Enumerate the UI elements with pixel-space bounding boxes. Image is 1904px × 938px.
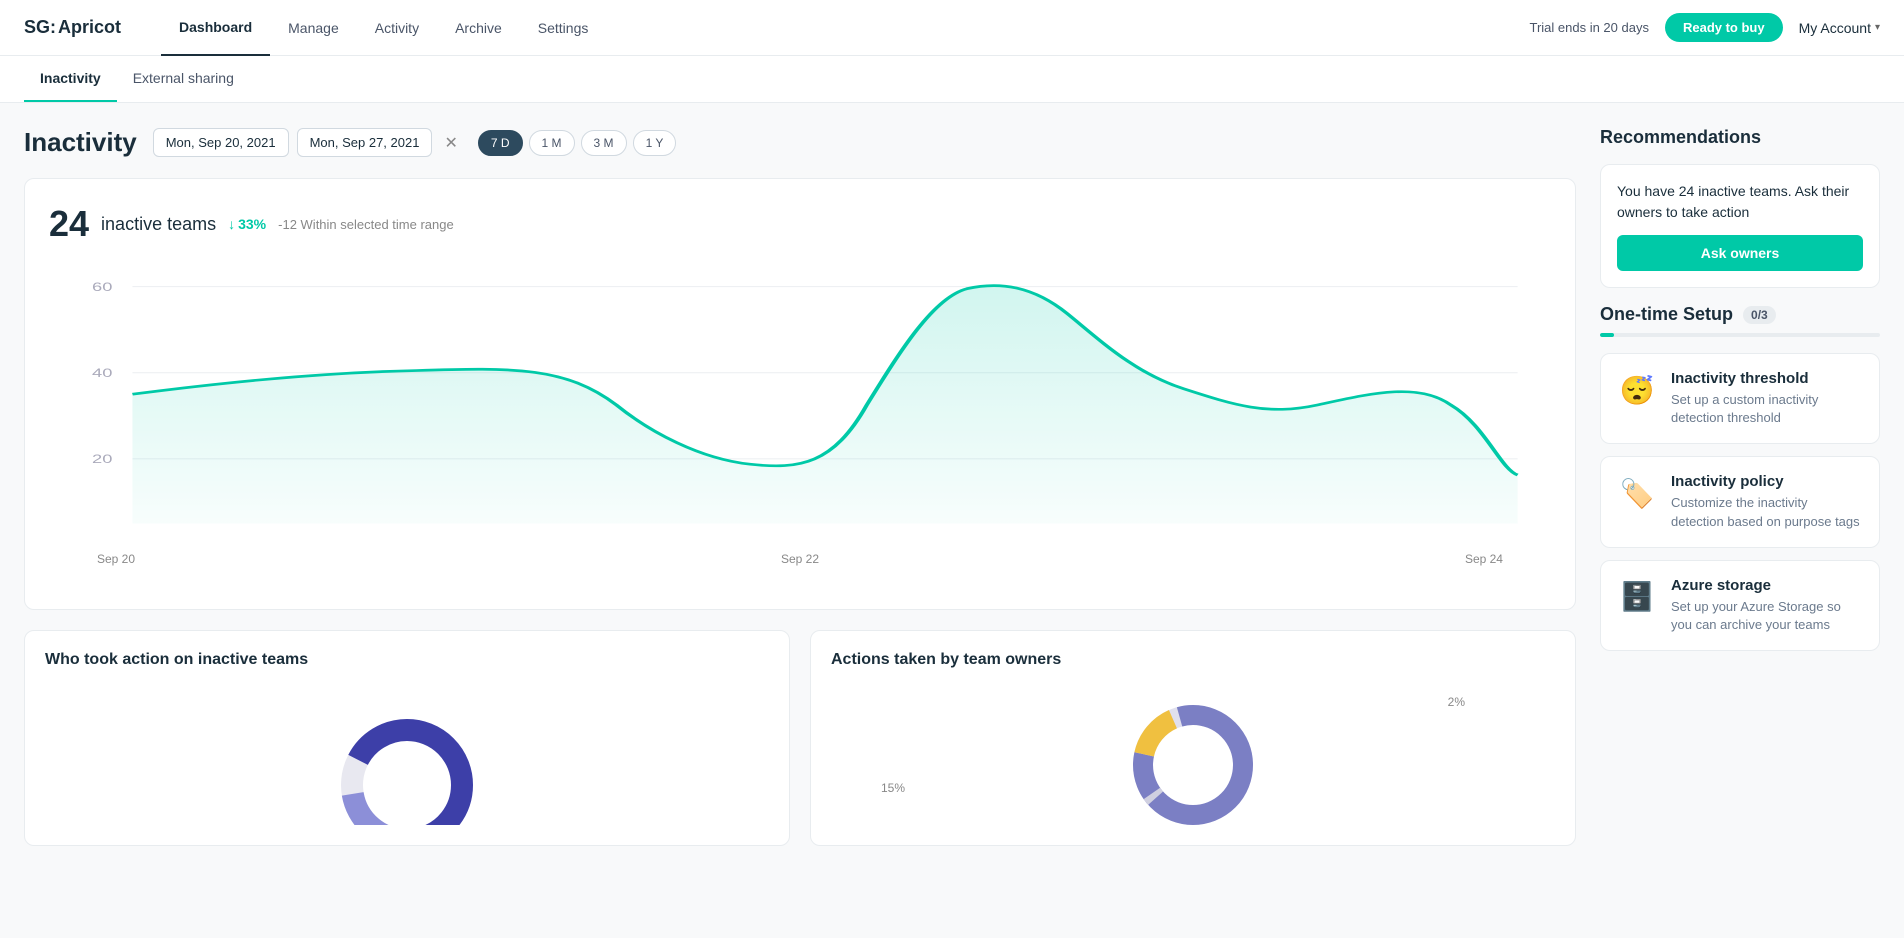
threshold-content: Inactivity threshold Set up a custom ina… (1671, 370, 1863, 427)
chart-x-labels: Sep 20 Sep 22 Sep 24 (49, 548, 1551, 566)
sub-nav: Inactivity External sharing (0, 56, 1904, 103)
svg-text:60: 60 (92, 281, 112, 294)
ask-owners-button[interactable]: Ask owners (1617, 235, 1863, 271)
svg-text:20: 20 (92, 453, 112, 466)
my-account-menu[interactable]: My Account ▾ (1799, 20, 1880, 36)
my-account-label: My Account (1799, 20, 1871, 36)
trend-badge: ↓ 33% (228, 216, 266, 232)
recommendations-title: Recommendations (1600, 127, 1880, 148)
one-time-setup-title: One-time Setup (1600, 304, 1733, 325)
threshold-title: Inactivity threshold (1671, 370, 1863, 387)
pct-15-label: 15% (881, 781, 905, 795)
policy-icon: 🏷️ (1617, 473, 1657, 513)
period-1y-button[interactable]: 1 Y (633, 130, 677, 156)
one-time-setup-badge: 0/3 (1743, 306, 1776, 324)
chevron-down-icon: ▾ (1875, 22, 1880, 33)
who-took-action-card: Who took action on inactive teams (24, 630, 790, 846)
threshold-desc: Set up a custom inactivity detection thr… (1671, 391, 1863, 427)
page-title: Inactivity (24, 127, 137, 158)
azure-icon: 🗄️ (1617, 577, 1657, 617)
chart-header: 24 inactive teams ↓ 33% -12 Within selec… (49, 203, 1551, 245)
logo-apricot: Apricot (58, 17, 121, 38)
x-label-sep22: Sep 22 (781, 552, 819, 566)
inactive-count: 24 (49, 203, 89, 245)
date-from-input[interactable]: Mon, Sep 20, 2021 (153, 128, 289, 157)
main-nav: Dashboard Manage Activity Archive Settin… (161, 0, 1529, 56)
tab-inactivity[interactable]: Inactivity (24, 56, 117, 102)
chart-svg: 60 40 20 (49, 265, 1551, 545)
main-layout: Inactivity Mon, Sep 20, 2021 Mon, Sep 27… (0, 103, 1904, 870)
period-7d-button[interactable]: 7 D (478, 130, 523, 156)
policy-content: Inactivity policy Customize the inactivi… (1671, 473, 1863, 530)
setup-card-azure[interactable]: 🗄️ Azure storage Set up your Azure Stora… (1600, 560, 1880, 651)
threshold-icon: 😴 (1617, 370, 1657, 410)
nav-archive[interactable]: Archive (437, 0, 520, 56)
trend-arrow-icon: ↓ (228, 216, 235, 232)
one-time-progress-bar-container (1600, 333, 1880, 337)
setup-card-threshold[interactable]: 😴 Inactivity threshold Set up a custom i… (1600, 353, 1880, 444)
chart-card: 24 inactive teams ↓ 33% -12 Within selec… (24, 178, 1576, 610)
title-row: Inactivity Mon, Sep 20, 2021 Mon, Sep 27… (24, 127, 1576, 158)
nav-activity[interactable]: Activity (357, 0, 437, 56)
actions-taken-chart: 2% 15% (831, 685, 1555, 825)
logo: SG:Apricot (24, 17, 121, 38)
main-header: SG:Apricot Dashboard Manage Activity Arc… (0, 0, 1904, 56)
inactive-label: inactive teams (101, 214, 216, 235)
pct-2-label: 2% (1448, 695, 1465, 709)
policy-title: Inactivity policy (1671, 473, 1863, 490)
rec-card-text: You have 24 inactive teams. Ask their ow… (1617, 181, 1863, 223)
policy-desc: Customize the inactivity detection based… (1671, 494, 1863, 530)
actions-taken-card: Actions taken by team owners 2% 15% (810, 630, 1576, 846)
sidebar: Recommendations You have 24 inactive tea… (1600, 127, 1880, 846)
azure-content: Azure storage Set up your Azure Storage … (1671, 577, 1863, 634)
date-clear-button[interactable]: ✕ (440, 131, 461, 155)
period-1m-button[interactable]: 1 M (529, 130, 575, 156)
trial-text: Trial ends in 20 days (1529, 20, 1648, 35)
who-took-action-title: Who took action on inactive teams (45, 651, 769, 669)
actions-taken-title: Actions taken by team owners (831, 651, 1555, 669)
ready-to-buy-button[interactable]: Ready to buy (1665, 13, 1783, 42)
nav-manage[interactable]: Manage (270, 0, 357, 56)
date-range-group: Mon, Sep 20, 2021 Mon, Sep 27, 2021 ✕ (153, 128, 462, 157)
x-label-sep24: Sep 24 (1465, 552, 1503, 566)
azure-title: Azure storage (1671, 577, 1863, 594)
main-content: Inactivity Mon, Sep 20, 2021 Mon, Sep 27… (24, 127, 1576, 846)
who-took-action-chart (45, 685, 769, 825)
period-buttons: 7 D 1 M 3 M 1 Y (478, 130, 677, 156)
svg-text:40: 40 (92, 367, 112, 380)
donut-svg-right (1113, 685, 1273, 825)
chart-area: 60 40 20 Sep 20 Sep (49, 265, 1551, 585)
bottom-row: Who took action on inactive teams Action… (24, 630, 1576, 846)
donut-svg-left (327, 685, 487, 825)
header-right: Trial ends in 20 days Ready to buy My Ac… (1529, 13, 1880, 42)
logo-sg: SG: (24, 17, 56, 38)
one-time-progress-bar (1600, 333, 1614, 337)
trend-pct: 33% (238, 216, 266, 232)
nav-settings[interactable]: Settings (520, 0, 607, 56)
trend-desc: -12 Within selected time range (278, 217, 454, 232)
x-label-sep20: Sep 20 (97, 552, 135, 566)
azure-desc: Set up your Azure Storage so you can arc… (1671, 598, 1863, 634)
chart-area-fill (132, 286, 1517, 524)
date-to-input[interactable]: Mon, Sep 27, 2021 (297, 128, 433, 157)
tab-external-sharing[interactable]: External sharing (117, 56, 250, 102)
nav-dashboard[interactable]: Dashboard (161, 0, 270, 56)
period-3m-button[interactable]: 3 M (581, 130, 627, 156)
one-time-setup-header: One-time Setup 0/3 (1600, 304, 1880, 325)
setup-card-policy[interactable]: 🏷️ Inactivity policy Customize the inact… (1600, 456, 1880, 547)
recommendations-card: You have 24 inactive teams. Ask their ow… (1600, 164, 1880, 288)
